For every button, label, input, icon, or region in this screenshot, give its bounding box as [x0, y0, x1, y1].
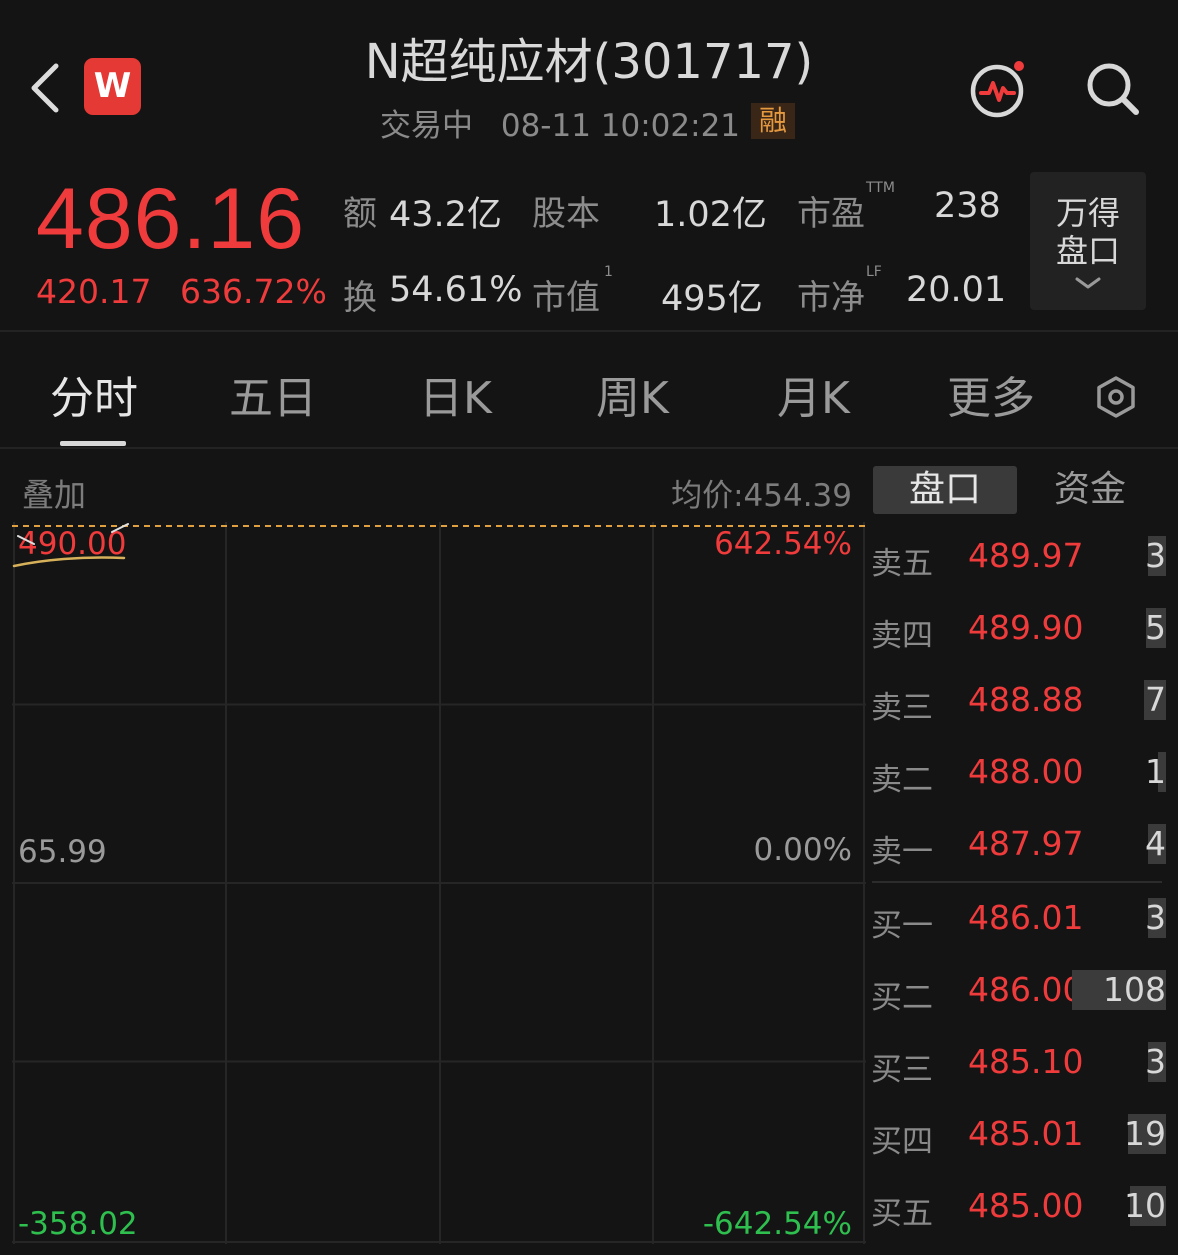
- bid-row[interactable]: 买一 486.01 3: [868, 882, 1168, 954]
- pb-value: 20.01: [906, 270, 1007, 310]
- bid-row[interactable]: 买四 485.01 19: [868, 1098, 1168, 1170]
- average-price: 均价:454.39: [671, 478, 852, 514]
- datetime-text: 08-11 10:02:21: [500, 108, 741, 144]
- divider: [0, 447, 1178, 449]
- bid-level-label: 买二: [871, 980, 933, 1016]
- bid-price: 485.00: [968, 1186, 1084, 1225]
- ask-row[interactable]: 卖二 488.00 1: [868, 736, 1168, 808]
- turnover-value: 54.61%: [389, 270, 523, 310]
- pe-label: 市盈: [797, 194, 865, 234]
- y-tick-bottom-price: -358.02: [18, 1206, 138, 1242]
- ask-price: 488.88: [968, 680, 1084, 719]
- price-change: 420.17: [36, 272, 152, 311]
- bid-level-label: 买四: [871, 1124, 933, 1160]
- tab-monthly-k[interactable]: 月K: [777, 362, 850, 426]
- tab-more[interactable]: 更多: [947, 362, 1035, 426]
- share-capital-value: 1.02亿: [654, 195, 767, 235]
- pulse-icon: [970, 61, 1024, 118]
- tab-orderbook[interactable]: 盘口: [873, 466, 1017, 514]
- y-tick-top-pct: 642.54%: [714, 526, 852, 562]
- market-cap-value: 495亿: [661, 279, 763, 319]
- y-tick-mid-price: 65.99: [18, 834, 107, 870]
- ask-level-label: 卖五: [871, 546, 933, 582]
- trading-status: 交易中 08-11 10:02:21: [380, 100, 758, 145]
- market-cap-superscript: 1: [604, 264, 613, 280]
- market-cap-label: 市值: [532, 278, 600, 318]
- intraday-chart[interactable]: 490.00 642.54% 65.99 0.00% -358.02 -642.…: [12, 522, 866, 1244]
- alert-button[interactable]: [968, 58, 1030, 120]
- pe-value: 238: [934, 186, 1001, 226]
- bid-row[interactable]: 买二 486.00 108: [868, 954, 1168, 1026]
- tab-daily-k[interactable]: 日K: [419, 362, 492, 426]
- ask-price: 488.00: [968, 752, 1084, 791]
- ask-volume: 7: [1145, 680, 1166, 719]
- chevron-down-icon: [1075, 277, 1101, 289]
- wind-panel-line2: 盘口: [1055, 232, 1120, 270]
- tab-intraday[interactable]: 分时: [50, 362, 138, 426]
- bid-volume: 108: [1103, 970, 1166, 1009]
- handwritten-underline: [12, 523, 129, 568]
- ask-price: 489.97: [968, 536, 1084, 575]
- hexagon-settings-icon: [1097, 376, 1135, 418]
- tab-capital-flow[interactable]: 资金: [1018, 466, 1162, 514]
- search-icon: [1087, 63, 1139, 115]
- ask-price: 489.90: [968, 608, 1084, 647]
- ask-volume: 5: [1145, 608, 1166, 647]
- ask-level-label: 卖一: [871, 834, 933, 870]
- ask-volume: 3: [1145, 536, 1166, 575]
- ask-level-label: 卖四: [871, 618, 933, 654]
- bid-row[interactable]: 买三 485.10 3: [868, 1026, 1168, 1098]
- ask-volume: 1: [1145, 752, 1166, 791]
- header-bar: W N超纯应材(301717) 交易中 08-11 10:02:21 融: [0, 0, 1178, 160]
- share-capital-label: 股本: [532, 194, 600, 234]
- ask-price: 487.97: [968, 824, 1084, 863]
- chart-settings-button[interactable]: [1094, 375, 1138, 419]
- bid-row[interactable]: 买五 485.00 10: [868, 1170, 1168, 1242]
- ask-row[interactable]: 卖一 487.97 4: [868, 808, 1168, 880]
- bid-volume: 3: [1145, 1042, 1166, 1081]
- y-tick-mid-pct: 0.00%: [753, 832, 852, 868]
- pe-superscript: TTM: [866, 180, 895, 196]
- tab-five-day[interactable]: 五日: [229, 362, 317, 426]
- wind-panel-line1: 万得: [1055, 194, 1120, 232]
- status-text: 交易中: [380, 108, 473, 144]
- bid-volume: 10: [1124, 1186, 1166, 1225]
- bid-price: 486.01: [968, 898, 1084, 937]
- overlay-button[interactable]: 叠加: [22, 470, 86, 516]
- search-button[interactable]: [1082, 58, 1144, 120]
- bid-level-label: 买三: [871, 1052, 933, 1088]
- ask-row[interactable]: 卖四 489.90 5: [868, 592, 1168, 664]
- amount-value: 43.2亿: [389, 195, 502, 235]
- ask-volume: 4: [1145, 824, 1166, 863]
- bid-price: 486.00: [968, 970, 1084, 1009]
- ask-level-label: 卖二: [871, 762, 933, 798]
- bid-price: 485.01: [968, 1114, 1084, 1153]
- pb-label: 市净: [797, 278, 865, 318]
- y-tick-bottom-pct: -642.54%: [702, 1206, 852, 1242]
- tab-weekly-k[interactable]: 周K: [596, 362, 669, 426]
- divider: [0, 330, 1178, 332]
- bid-level-label: 买五: [871, 1196, 933, 1232]
- last-price: 486.16: [36, 171, 306, 267]
- margin-trading-badge: 融: [751, 103, 795, 139]
- bid-price: 485.10: [968, 1042, 1084, 1081]
- bid-volume: 3: [1145, 898, 1166, 937]
- pb-superscript: LF: [866, 264, 882, 280]
- ask-level-label: 卖三: [871, 690, 933, 726]
- chart-grid: [12, 522, 866, 1244]
- turnover-label: 换: [343, 278, 377, 318]
- ask-row[interactable]: 卖三 488.88 7: [868, 664, 1168, 736]
- wind-orderbook-button[interactable]: 万得 盘口: [1030, 172, 1146, 310]
- price-change-pct: 636.72%: [180, 272, 327, 311]
- active-tab-indicator: [60, 441, 126, 446]
- order-book: 卖五 489.97 3 卖四 489.90 5 卖三 488.88 7 卖二 4…: [868, 520, 1168, 1250]
- bid-volume: 19: [1124, 1114, 1166, 1153]
- bid-level-label: 买一: [871, 908, 933, 944]
- amount-label: 额: [343, 194, 377, 234]
- ask-row[interactable]: 卖五 489.97 3: [868, 520, 1168, 592]
